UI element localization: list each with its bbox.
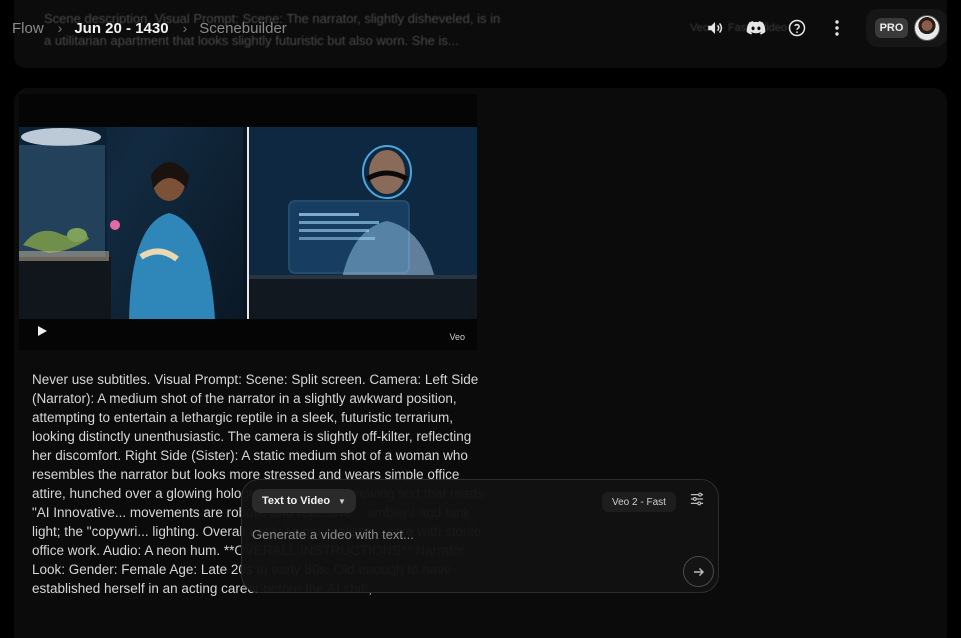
breadcrumb-flow[interactable]: Flow: [12, 20, 44, 37]
send-button[interactable]: [683, 556, 714, 587]
help-icon[interactable]: [787, 18, 807, 38]
arrow-right-icon: [693, 567, 704, 576]
chevron-right-icon: ›: [182, 20, 188, 36]
discord-icon[interactable]: [746, 18, 766, 38]
avatar[interactable]: [914, 15, 940, 41]
mode-label: Text to Video: [262, 495, 331, 507]
chevron-right-icon: ›: [57, 20, 63, 36]
breadcrumb-project[interactable]: Jun 20 - 1430: [74, 20, 168, 37]
prompt-composer: Text to Video ▼ Veo 2 - Fast: [241, 479, 719, 593]
caret-down-icon: ▼: [338, 496, 346, 506]
breadcrumb: Flow › Jun 20 - 1430 › Scenebuilder: [12, 17, 287, 39]
volume-icon[interactable]: [705, 18, 725, 38]
more-vert-icon[interactable]: [827, 18, 847, 38]
video-left-half: [19, 127, 247, 319]
video-frame[interactable]: [19, 127, 477, 319]
play-icon[interactable]: [36, 324, 50, 338]
video-controls: Veo: [19, 319, 477, 350]
breadcrumb-scenebuilder[interactable]: Scenebuilder: [199, 20, 287, 37]
veo-watermark: Veo: [449, 332, 465, 342]
model-select-button[interactable]: Veo 2 - Fast: [602, 492, 676, 512]
settings-sliders-icon[interactable]: [690, 492, 706, 508]
mode-select-button[interactable]: Text to Video ▼: [252, 489, 356, 513]
account-area[interactable]: PRO: [866, 9, 947, 47]
video-right-half: [249, 127, 477, 319]
pro-badge: PRO: [875, 18, 908, 38]
prompt-input[interactable]: [252, 524, 672, 544]
